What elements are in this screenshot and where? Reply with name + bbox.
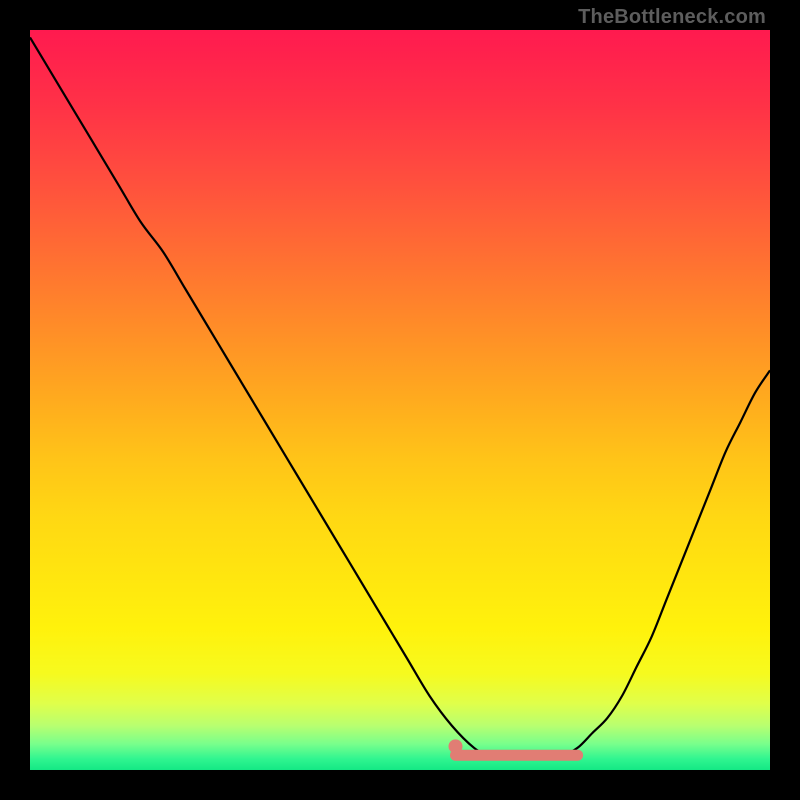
highlight-dot [449,739,463,753]
bottleneck-curve [30,30,770,770]
watermark-text: TheBottleneck.com [578,6,766,29]
chart-frame [30,30,770,770]
curve-path [30,37,770,755]
